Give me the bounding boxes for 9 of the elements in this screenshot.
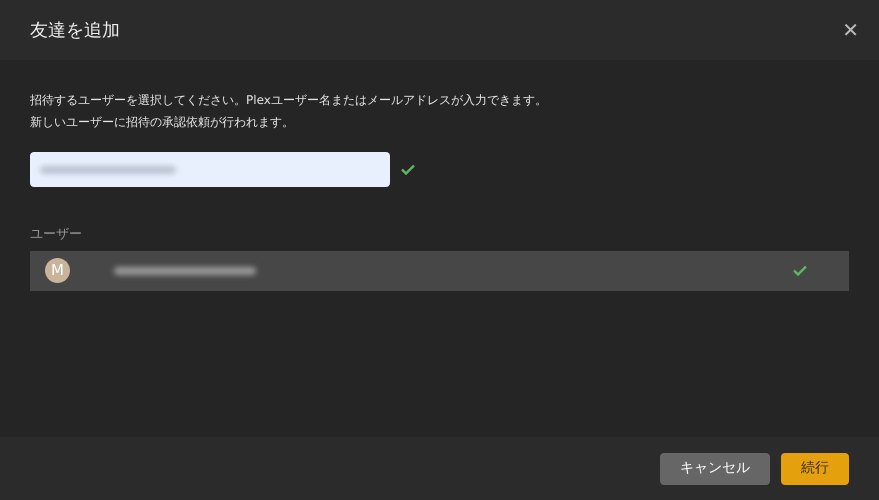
users-label: ユーザー xyxy=(30,226,83,244)
instruction-text: 新しいユーザーに招待の承認依頼が行われます。 xyxy=(30,114,295,130)
close-button[interactable]: ✕ xyxy=(842,20,859,40)
email-field[interactable] xyxy=(30,152,390,187)
avatar: M xyxy=(45,258,70,283)
cancel-button[interactable]: キャンセル xyxy=(660,452,770,484)
continue-button[interactable]: 続行 xyxy=(781,452,849,484)
dialog-title: 友達を追加 xyxy=(30,18,120,42)
instruction-text: 招待するユーザーを選択してください。Plexユーザー名またはメールアドレスが入力できます。 xyxy=(30,92,548,108)
